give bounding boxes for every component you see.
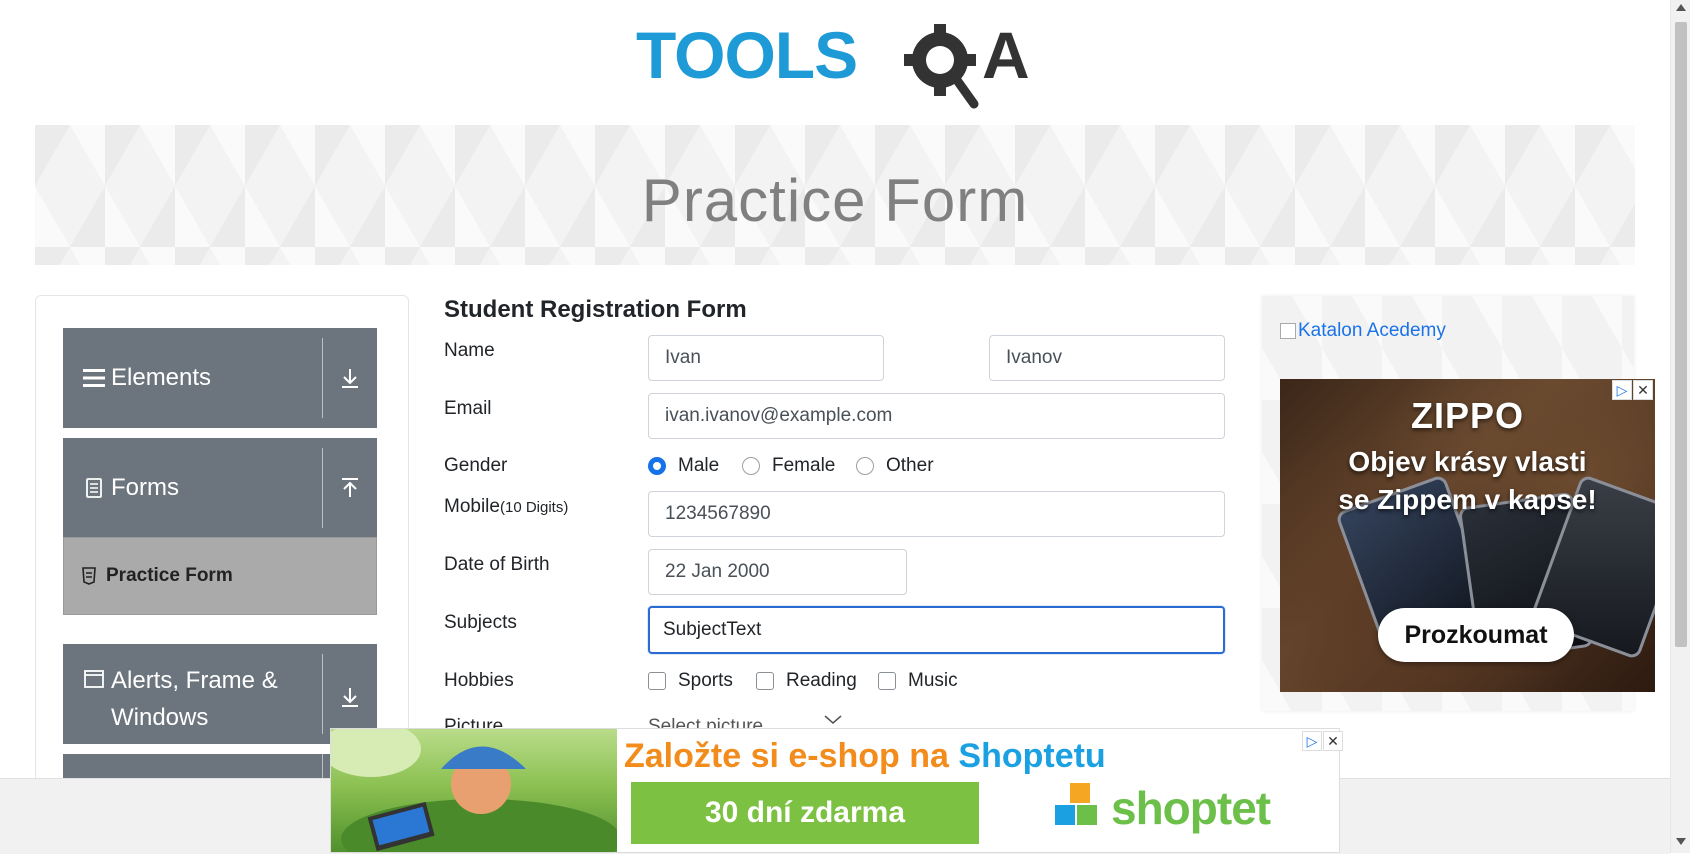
page-banner: Practice Form bbox=[35, 125, 1635, 265]
adchoices-icon[interactable]: ▷ bbox=[1612, 380, 1632, 400]
logo-a-text: A bbox=[982, 18, 1030, 92]
download-icon[interactable] bbox=[323, 367, 377, 389]
email-input[interactable]: ivan.ivanov@example.com bbox=[648, 393, 1225, 439]
sidebar-group-forms[interactable]: Forms bbox=[63, 438, 377, 538]
email-label: Email bbox=[444, 398, 492, 419]
window-icon bbox=[83, 670, 105, 688]
prozkoumat-button[interactable]: Prozkoumat bbox=[1378, 608, 1574, 662]
html5-icon bbox=[82, 567, 96, 585]
katalon-alt-text: Katalon Acedemy bbox=[1298, 320, 1446, 341]
mobile-label-text: Mobile bbox=[444, 496, 500, 517]
gear-magnifier-icon bbox=[904, 24, 979, 109]
scroll-up-arrow-icon[interactable] bbox=[1676, 4, 1686, 11]
checkbox[interactable] bbox=[878, 672, 896, 690]
shoptet-ad[interactable]: Založte si e-shop na Shoptetu 30 dní zda… bbox=[330, 728, 1340, 853]
scroll-thumb[interactable] bbox=[1675, 22, 1687, 647]
document-icon bbox=[83, 478, 105, 498]
adchoices-icon[interactable]: ▷ bbox=[1302, 731, 1322, 751]
katalon-ad-link[interactable]: Katalon Acedemy bbox=[1280, 320, 1446, 342]
sidebar-item-label: Practice Form bbox=[106, 565, 233, 586]
radio-button[interactable] bbox=[856, 457, 874, 475]
shoptet-logo-icon bbox=[1055, 783, 1097, 825]
shoptet-cta-button[interactable]: 30 dní zdarma bbox=[631, 782, 979, 844]
gender-label: Gender bbox=[444, 455, 508, 476]
dob-label: Date of Birth bbox=[444, 554, 550, 575]
checkbox-label: Reading bbox=[786, 670, 857, 691]
hamburger-icon bbox=[83, 368, 105, 388]
checkbox[interactable] bbox=[648, 672, 666, 690]
download-icon[interactable] bbox=[323, 686, 377, 708]
zippo-ad-text: Objev krásy vlasti se Zippem v kapse! bbox=[1280, 443, 1655, 519]
radio-button[interactable] bbox=[648, 457, 666, 475]
mobile-input[interactable]: 1234567890 bbox=[648, 491, 1225, 537]
mobile-label: Mobile(10 Digits) bbox=[444, 496, 568, 518]
radio-label: Female bbox=[772, 455, 836, 476]
page-title: Practice Form bbox=[641, 166, 1029, 234]
checkbox-label: Music bbox=[908, 670, 958, 691]
gender-radio-other[interactable]: Other bbox=[856, 455, 934, 477]
zippo-ad-line1: Objev krásy vlasti bbox=[1348, 446, 1587, 477]
radio-label: Other bbox=[886, 455, 934, 476]
checkbox[interactable] bbox=[756, 672, 774, 690]
shoptet-headline-part1: Založte si e-shop na bbox=[624, 737, 959, 775]
date-of-birth-input[interactable]: 22 Jan 2000 bbox=[648, 549, 907, 595]
radio-label: Male bbox=[678, 455, 720, 476]
radio-button[interactable] bbox=[742, 457, 760, 475]
shoptet-brand-text: shoptet bbox=[1111, 782, 1271, 834]
hobby-checkbox-sports[interactable]: Sports bbox=[648, 670, 733, 692]
checkbox-label: Sports bbox=[678, 670, 733, 691]
upload-icon[interactable] bbox=[323, 477, 377, 499]
cartoon-scene-image bbox=[331, 729, 621, 852]
subjects-label: Subjects bbox=[444, 612, 517, 633]
last-name-input[interactable]: Ivanov bbox=[989, 335, 1225, 381]
name-label: Name bbox=[444, 340, 495, 361]
toolsqa-logo[interactable]: TOOLS A bbox=[636, 18, 1040, 114]
broken-image-icon bbox=[1280, 323, 1296, 339]
sidebar-item-practice-form[interactable]: Practice Form bbox=[63, 537, 377, 615]
mobile-hint: (10 Digits) bbox=[499, 499, 569, 516]
first-name-input[interactable]: Ivan bbox=[648, 335, 884, 381]
gender-radio-female[interactable]: Female bbox=[742, 455, 835, 477]
sidebar-group-label: Elements bbox=[111, 364, 212, 391]
subjects-input[interactable]: SubjectText bbox=[648, 606, 1225, 654]
sidebar-group-elements[interactable]: Elements bbox=[63, 328, 377, 428]
page-scrollbar[interactable] bbox=[1670, 0, 1690, 853]
hobbies-label: Hobbies bbox=[444, 670, 514, 691]
form-title: Student Registration Form bbox=[444, 296, 747, 323]
gender-radio-male[interactable]: Male bbox=[648, 455, 719, 477]
sidebar-group-label: Alerts, Frame & Windows bbox=[111, 667, 278, 731]
close-icon[interactable]: ✕ bbox=[1633, 380, 1653, 400]
shoptet-headline: Založte si e-shop na Shoptetu bbox=[624, 737, 1106, 776]
zippo-ad[interactable]: ZIPPO Objev krásy vlasti se Zippem v kap… bbox=[1280, 379, 1655, 692]
zippo-brand-text: ZIPPO bbox=[1410, 395, 1525, 436]
shoptet-brand: shoptet bbox=[1053, 781, 1271, 835]
logo-tools-text: TOOLS bbox=[636, 18, 857, 92]
zippo-ad-line2: se Zippem v kapse! bbox=[1338, 484, 1597, 515]
scroll-down-arrow-icon[interactable] bbox=[1676, 838, 1686, 845]
hobby-checkbox-music[interactable]: Music bbox=[878, 670, 958, 692]
shoptet-headline-part2: Shoptetu bbox=[958, 737, 1106, 775]
close-icon[interactable]: ✕ bbox=[1323, 731, 1343, 751]
sidebar-group-label: Forms bbox=[111, 474, 179, 501]
hobby-checkbox-reading[interactable]: Reading bbox=[756, 670, 857, 692]
